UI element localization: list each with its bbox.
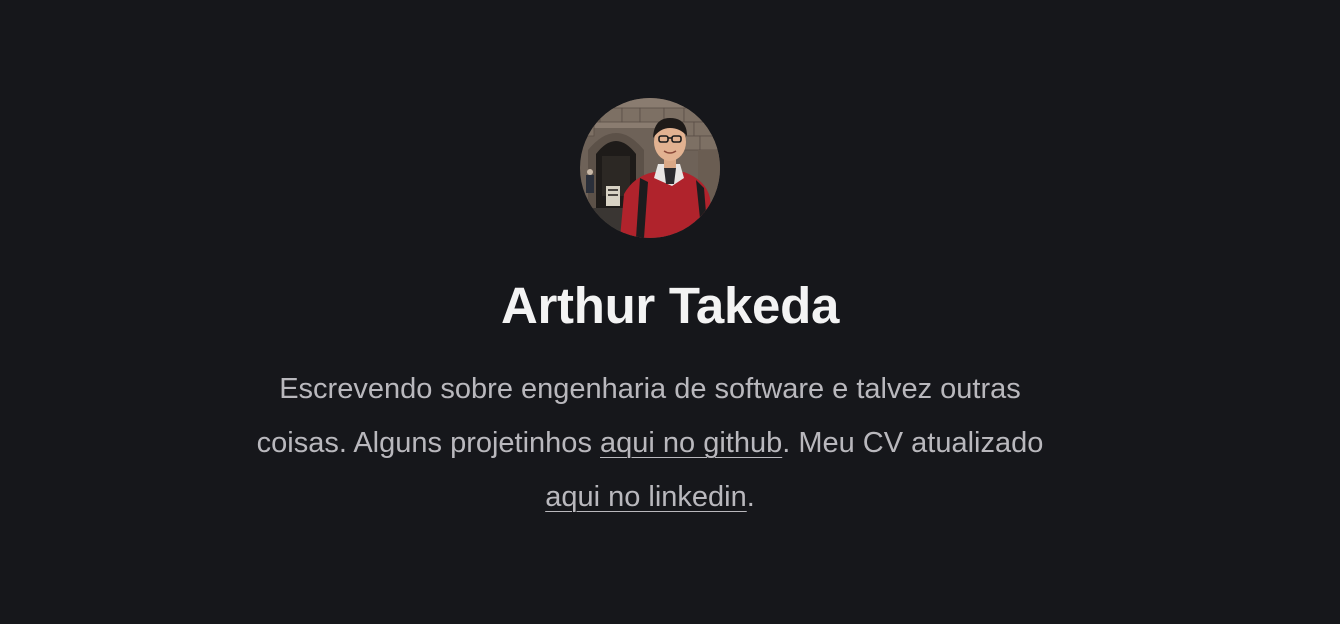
bio-paragraph: Escrevendo sobre engenharia de software … — [250, 362, 1050, 524]
linkedin-link[interactable]: aqui no linkedin — [545, 481, 747, 513]
bio-text: . — [746, 481, 755, 513]
github-link[interactable]: aqui no github — [600, 427, 782, 459]
bio-text: . Meu CV atualizado — [782, 427, 1044, 459]
profile-photo — [580, 98, 720, 238]
avatar — [580, 98, 720, 238]
page-title: Arthur Takeda — [500, 277, 840, 334]
profile-page: Arthur Takeda Escrevendo sobre engenhari… — [0, 0, 1340, 624]
